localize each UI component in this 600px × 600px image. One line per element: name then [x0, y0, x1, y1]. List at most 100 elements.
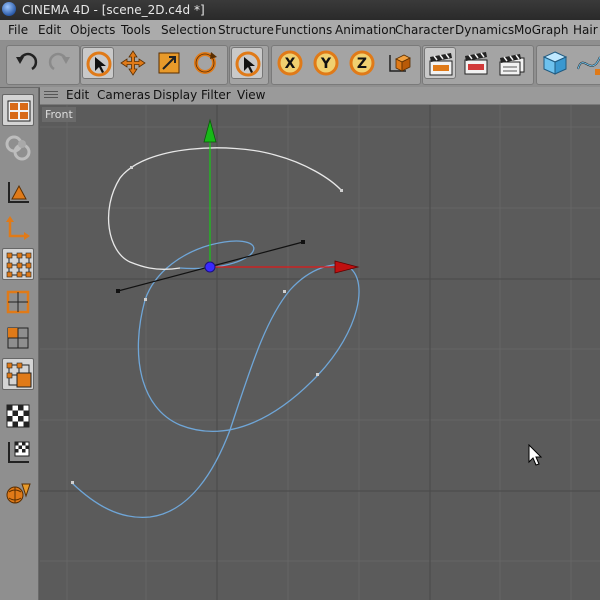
points-mode-icon: [6, 252, 32, 278]
menu-structure[interactable]: Structure: [218, 23, 274, 37]
x-axis-icon: X: [277, 50, 303, 76]
viewport-menu-display[interactable]: Display: [153, 88, 197, 102]
undo-button[interactable]: [10, 47, 42, 79]
mouse-cursor-icon: [528, 444, 543, 466]
model-mode-icon: [8, 182, 29, 203]
coordinate-system-icon: [389, 54, 411, 72]
spline-point[interactable]: [283, 290, 286, 293]
texture-axis-button[interactable]: [2, 436, 34, 468]
live-selection-button[interactable]: [82, 47, 114, 79]
live-selection-icon: [86, 51, 112, 77]
svg-text:Z: Z: [357, 56, 367, 72]
main-toolbar: X Y Z: [0, 41, 600, 88]
menu-tools[interactable]: Tools: [121, 23, 151, 37]
select-icon: [235, 51, 261, 77]
viewport-canvas[interactable]: [40, 105, 600, 600]
texture-mode-button[interactable]: [2, 400, 34, 432]
y-axis-icon: Y: [313, 50, 339, 76]
grip-icon: [44, 91, 58, 100]
render-picture-viewer-button[interactable]: [460, 47, 492, 79]
menu-hair[interactable]: Hair: [573, 23, 598, 37]
polygon-edit-button[interactable]: [2, 358, 34, 390]
left-toolbar: [0, 88, 39, 600]
spline-curve[interactable]: [71, 240, 360, 519]
coordinate-system-button[interactable]: [382, 47, 414, 79]
texture-axis-icon: [8, 441, 30, 463]
menu-functions[interactable]: Functions: [275, 23, 332, 37]
polygon-edit-icon: [6, 362, 32, 388]
scale-icon: [158, 52, 180, 74]
viewport-menu-cameras[interactable]: Cameras: [97, 88, 150, 102]
cube-button[interactable]: [539, 47, 571, 79]
animation-mode-button[interactable]: [2, 476, 34, 508]
z-axis-button[interactable]: Z: [346, 47, 378, 79]
axis-center-handle[interactable]: [204, 261, 216, 273]
edges-mode-button[interactable]: [2, 286, 34, 318]
rotate-button[interactable]: [189, 47, 221, 79]
menu-edit[interactable]: Edit: [38, 23, 61, 37]
polygons-mode-button[interactable]: [2, 322, 34, 354]
spline-icon: [577, 56, 600, 75]
front-viewport[interactable]: Front: [40, 105, 600, 600]
select-button[interactable]: [231, 47, 263, 79]
z-axis-icon: Z: [349, 50, 375, 76]
x-axis-button[interactable]: X: [274, 47, 306, 79]
tangent-handle-left[interactable]: [116, 289, 120, 293]
edges-mode-icon: [6, 290, 30, 314]
menu-character[interactable]: Character: [395, 23, 454, 37]
window-title: CINEMA 4D - [scene_2D.c4d *]: [22, 3, 205, 17]
y-axis-arrow-icon[interactable]: [203, 118, 217, 143]
render-settings-icon: [499, 54, 525, 76]
menu-selection[interactable]: Selection: [161, 23, 216, 37]
redo-icon: [48, 52, 70, 71]
move-icon: [120, 50, 146, 76]
render-settings-button[interactable]: [496, 47, 528, 79]
viewport-label: Front: [42, 107, 76, 122]
viewport-layout-button[interactable]: [2, 94, 34, 126]
object-axis-button[interactable]: [2, 212, 34, 244]
render-view-button[interactable]: [424, 47, 456, 79]
viewport-menu-view[interactable]: View: [237, 88, 265, 102]
redo-button[interactable]: [44, 47, 76, 79]
viewport-menu-bar: Edit Cameras Display Filter View: [40, 87, 600, 105]
spline-points[interactable]: [71, 166, 343, 484]
menu-mograph[interactable]: MoGraph: [514, 23, 569, 37]
polygons-mode-icon: [7, 327, 29, 349]
menu-objects[interactable]: Objects: [70, 23, 115, 37]
svg-text:Y: Y: [320, 56, 332, 72]
svg-text:X: X: [285, 56, 296, 72]
viewport-menu-filter[interactable]: Filter: [201, 88, 231, 102]
viewport-grid: [40, 105, 600, 600]
animation-mode-icon: [6, 483, 31, 504]
viewport-menu-edit[interactable]: Edit: [66, 88, 89, 102]
cube-icon: [542, 51, 568, 75]
texture-mode-icon: [6, 404, 30, 428]
y-axis-button[interactable]: Y: [310, 47, 342, 79]
cinema4d-logo-icon: [2, 2, 16, 16]
tangent-handle-right[interactable]: [301, 240, 305, 244]
use-mode-button[interactable]: [2, 132, 34, 164]
model-mode-button[interactable]: [2, 176, 34, 208]
viewport-layout-icon: [7, 100, 31, 122]
spline-point[interactable]: [130, 166, 133, 169]
menu-animation[interactable]: Animation: [335, 23, 396, 37]
spline-point[interactable]: [144, 298, 147, 301]
spline-point[interactable]: [340, 189, 343, 192]
scale-button[interactable]: [153, 47, 185, 79]
object-axis-icon: [6, 216, 30, 240]
selected-spline[interactable]: [107, 147, 343, 270]
menu-bar: File Edit Objects Tools Selection Struct…: [0, 20, 600, 41]
spline-button[interactable]: [573, 47, 600, 79]
menu-file[interactable]: File: [8, 23, 28, 37]
title-bar: CINEMA 4D - [scene_2D.c4d *]: [0, 0, 600, 20]
rotate-icon: [194, 52, 217, 74]
render-view-icon: [429, 53, 453, 76]
render-picture-viewer-icon: [464, 52, 488, 75]
points-mode-button[interactable]: [2, 248, 34, 280]
spline-point[interactable]: [71, 481, 74, 484]
undo-icon: [16, 52, 38, 71]
move-button[interactable]: [117, 47, 149, 79]
spline-point[interactable]: [316, 373, 319, 376]
menu-dynamics[interactable]: Dynamics: [455, 23, 514, 37]
x-axis-arrow-icon[interactable]: [334, 260, 360, 274]
